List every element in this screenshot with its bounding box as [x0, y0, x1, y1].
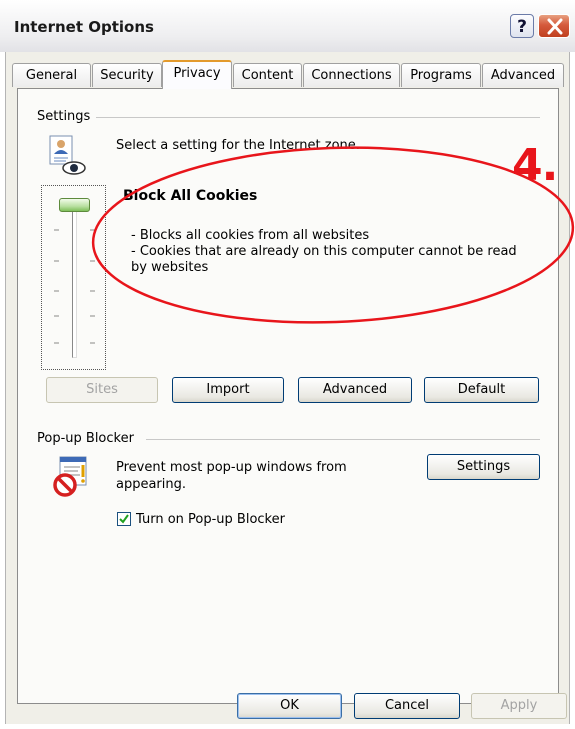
annotation-ellipse — [91, 146, 575, 324]
annotation-label: 4. — [512, 140, 558, 191]
tab-privacy[interactable]: Privacy — [162, 60, 232, 89]
